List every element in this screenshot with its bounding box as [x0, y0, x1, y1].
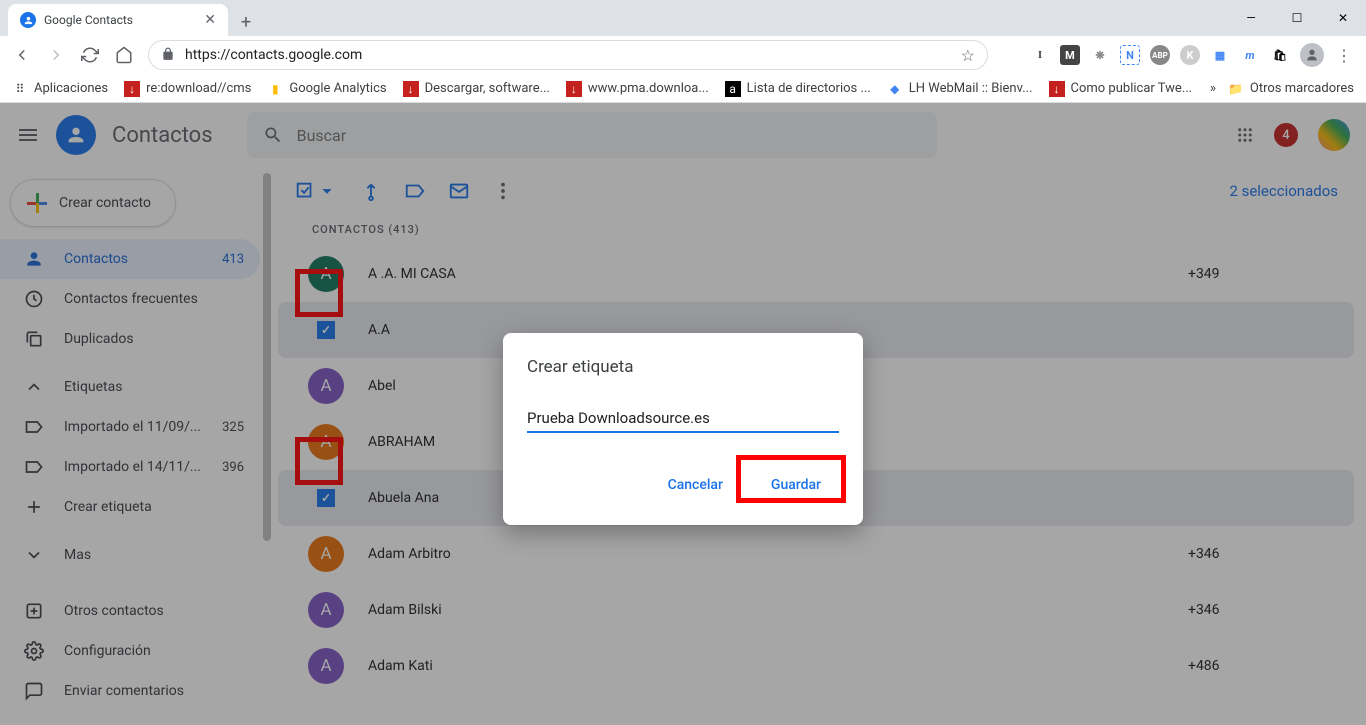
ext-icon[interactable]: m [1240, 45, 1260, 65]
ext-icon[interactable]: 🛍 [1270, 45, 1290, 65]
bookmark-item[interactable]: ⠿Aplicaciones [12, 81, 108, 97]
create-label-dialog: Crear etiqueta Cancelar Guardar [503, 333, 863, 525]
bookmark-item[interactable]: ▮Google Analytics [267, 81, 386, 97]
home-button[interactable] [114, 45, 134, 65]
bookmark-item[interactable]: ↓re:download//cms [124, 81, 251, 97]
tab-strip: Google Contacts ✕ + — ☐ ✕ [0, 0, 1366, 36]
extension-icons: I M ❋ N ABP K ▦ m 🛍 ⋮ [1030, 43, 1354, 67]
lock-icon [161, 46, 175, 65]
browser-chrome: Google Contacts ✕ + — ☐ ✕ https://contac… [0, 0, 1366, 103]
ext-icon[interactable]: ▦ [1210, 45, 1230, 65]
reload-button[interactable] [80, 45, 100, 65]
bookmarks-bar: ⠿Aplicaciones ↓re:download//cms ▮Google … [0, 74, 1366, 103]
back-button[interactable] [12, 45, 32, 65]
label-name-input[interactable] [527, 405, 839, 433]
ext-icon[interactable]: ❋ [1090, 45, 1110, 65]
window-controls: — ☐ ✕ [1228, 0, 1366, 36]
address-bar: https://contacts.google.com ☆ I M ❋ N AB… [0, 36, 1366, 74]
bookmark-item[interactable]: ◆LH WebMail :: Bienv... [887, 81, 1033, 97]
ext-icon[interactable]: K [1180, 45, 1200, 65]
browser-tab[interactable]: Google Contacts ✕ [8, 4, 228, 36]
window-close-button[interactable]: ✕ [1320, 0, 1366, 36]
window-maximize-button[interactable]: ☐ [1274, 0, 1320, 36]
bookmark-item[interactable]: ↓Descargar, software... [403, 81, 550, 97]
bookmark-item[interactable]: aLista de directorios ... [725, 81, 871, 97]
contacts-app: Contactos 4 Crear contacto Contactos 413 [0, 103, 1366, 725]
window-minimize-button[interactable]: — [1228, 0, 1274, 36]
save-button[interactable]: Guardar [753, 469, 839, 501]
url-text: https://contacts.google.com [185, 47, 362, 63]
tab-close-icon[interactable]: ✕ [204, 12, 216, 28]
profile-button[interactable] [1300, 43, 1324, 67]
ext-icon[interactable]: I [1030, 45, 1050, 65]
ext-icon[interactable]: M [1060, 45, 1080, 65]
ext-icon[interactable]: ABP [1150, 45, 1170, 65]
bookmark-item[interactable]: ↓Como publicar Twe... [1049, 81, 1193, 97]
url-box[interactable]: https://contacts.google.com ☆ [148, 40, 988, 70]
new-tab-button[interactable]: + [232, 8, 260, 36]
modal-overlay: Crear etiqueta Cancelar Guardar [0, 103, 1366, 725]
other-bookmarks[interactable]: 📁Otros marcadores [1228, 81, 1354, 97]
dialog-title: Crear etiqueta [527, 357, 839, 377]
ext-icon[interactable]: N [1120, 45, 1140, 65]
bookmark-item[interactable]: ↓www.pma.downloa... [566, 81, 709, 97]
favicon [20, 12, 36, 28]
cancel-button[interactable]: Cancelar [650, 469, 741, 501]
bookmarks-overflow[interactable]: » [1210, 81, 1216, 96]
tab-title: Google Contacts [44, 13, 133, 27]
star-icon[interactable]: ☆ [961, 46, 975, 65]
chrome-menu-button[interactable]: ⋮ [1334, 45, 1354, 65]
forward-button[interactable] [46, 45, 66, 65]
